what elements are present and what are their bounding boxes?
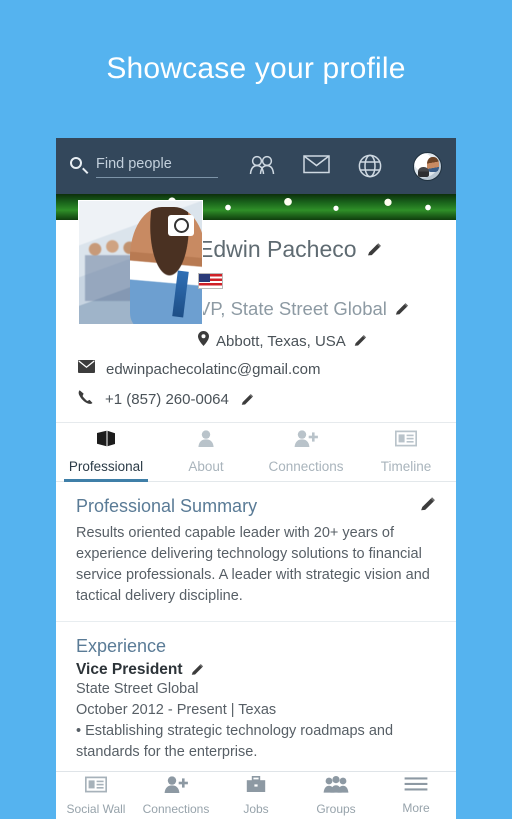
- summary-header: Professional Summary: [76, 496, 436, 517]
- page-title: Edwin Pacheco: [198, 236, 357, 262]
- tab-connections[interactable]: Connections: [256, 423, 356, 481]
- card-icon: [84, 776, 108, 798]
- briefcase-icon: [246, 775, 266, 798]
- tab-timeline[interactable]: Timeline: [356, 423, 456, 481]
- group-icon: [323, 775, 349, 798]
- experience-period: October 2012 - Present | Texas: [76, 702, 277, 718]
- search-container[interactable]: [70, 155, 218, 178]
- nav-item-connections[interactable]: Connections: [136, 775, 216, 816]
- nav-item-more[interactable]: More: [376, 776, 456, 815]
- app-bar: [56, 138, 456, 194]
- camera-icon[interactable]: [168, 215, 194, 236]
- person-icon: [197, 430, 215, 452]
- globe-icon[interactable]: [358, 154, 386, 178]
- edit-location-pencil-icon[interactable]: [353, 334, 367, 348]
- edit-name-pencil-icon[interactable]: [366, 242, 382, 258]
- headline-text: Showcase your profile: [106, 52, 406, 85]
- summary-title: Professional Summary: [76, 496, 258, 516]
- tab-professional-label: Professional: [68, 459, 144, 474]
- envelope-icon[interactable]: [303, 154, 331, 178]
- headline-banner: Showcase your profile: [0, 0, 512, 138]
- profile-photo[interactable]: [78, 200, 203, 325]
- avatar[interactable]: [413, 151, 442, 181]
- profile-photo-column: [56, 200, 203, 325]
- email-text: edwinpachecolatinc@gmail.com: [106, 360, 321, 378]
- tab-about-label: About: [188, 459, 224, 474]
- profile-header: Edwin Pacheco VP, State Street Global: [56, 200, 456, 329]
- tab-connections-label: Connections: [268, 459, 344, 474]
- nav-item-jobs[interactable]: Jobs: [216, 775, 296, 816]
- profile-title: VP, State Street Global: [198, 298, 387, 319]
- contact-details: edwinpachecolatinc@gmail.com +1 (857) 26…: [56, 351, 456, 422]
- location-text: Abbott, Texas, USA: [216, 332, 346, 350]
- nav-social-wall-label: Social Wall: [66, 801, 126, 816]
- profile-scroll-area: Edwin Pacheco VP, State Street Global Ab…: [56, 194, 456, 771]
- search-icon: [70, 156, 89, 174]
- phone-text: +1 (857) 260-0064: [105, 391, 229, 408]
- tab-timeline-label: Timeline: [380, 459, 432, 474]
- email-row[interactable]: edwinpachecolatinc@gmail.com: [78, 360, 456, 378]
- edit-summary-pencil-icon[interactable]: [419, 496, 436, 513]
- search-field[interactable]: [96, 155, 218, 178]
- experience-company: State Street Global: [76, 681, 199, 697]
- phone-frame: Edwin Pacheco VP, State Street Global: [56, 138, 456, 819]
- nav-more-label: More: [402, 801, 430, 815]
- tab-professional[interactable]: Professional: [56, 423, 156, 482]
- nav-item-social-wall[interactable]: Social Wall: [56, 776, 136, 816]
- nav-item-groups[interactable]: Groups: [296, 775, 376, 816]
- experience-role-row: Vice President: [76, 657, 436, 679]
- phone-row[interactable]: +1 (857) 260-0064: [78, 389, 456, 410]
- app-bar-icons: [248, 151, 444, 181]
- book-icon: [96, 430, 116, 452]
- edit-experience-pencil-icon[interactable]: [190, 663, 204, 677]
- experience-bullet: • Establishing strategic technology road…: [76, 723, 394, 760]
- profile-name-row: Edwin Pacheco: [198, 236, 442, 263]
- united-states-flag-icon: [198, 273, 223, 289]
- profile-tabs: Professional About Connections Timeline: [56, 422, 456, 482]
- section-experience: Experience Vice President State Street G…: [56, 621, 456, 763]
- summary-body: Results oriented capable leader with 20+…: [76, 525, 430, 604]
- bottom-navigation: Social Wall Connections Jobs Groups More: [56, 771, 456, 819]
- hamburger-icon: [404, 776, 428, 797]
- person-add-icon: [164, 775, 188, 798]
- experience-title: Experience: [76, 636, 167, 656]
- app-screen: Showcase your profile Find people Edwin …: [0, 0, 512, 819]
- phone-icon: [78, 389, 94, 410]
- location-pin-icon: [198, 331, 209, 351]
- card-icon: [394, 430, 418, 452]
- envelope-icon: [78, 360, 95, 378]
- profile-info: Edwin Pacheco VP, State Street Global: [186, 220, 456, 325]
- person-add-icon: [294, 430, 318, 452]
- section-professional-summary: Professional Summary Results oriented ca…: [56, 482, 456, 607]
- people-icon[interactable]: [248, 154, 276, 178]
- nav-connections-label: Connections: [142, 801, 210, 816]
- nav-groups-label: Groups: [316, 801, 356, 816]
- edit-title-pencil-icon[interactable]: [394, 302, 409, 317]
- profile-title-row: VP, State Street Global: [198, 298, 442, 320]
- search-input[interactable]: [96, 155, 218, 172]
- experience-header: Experience: [76, 636, 436, 657]
- edit-phone-pencil-icon[interactable]: [240, 393, 254, 407]
- tab-about[interactable]: About: [156, 423, 256, 481]
- nav-jobs-label: Jobs: [243, 801, 269, 816]
- experience-role: Vice President: [76, 661, 183, 678]
